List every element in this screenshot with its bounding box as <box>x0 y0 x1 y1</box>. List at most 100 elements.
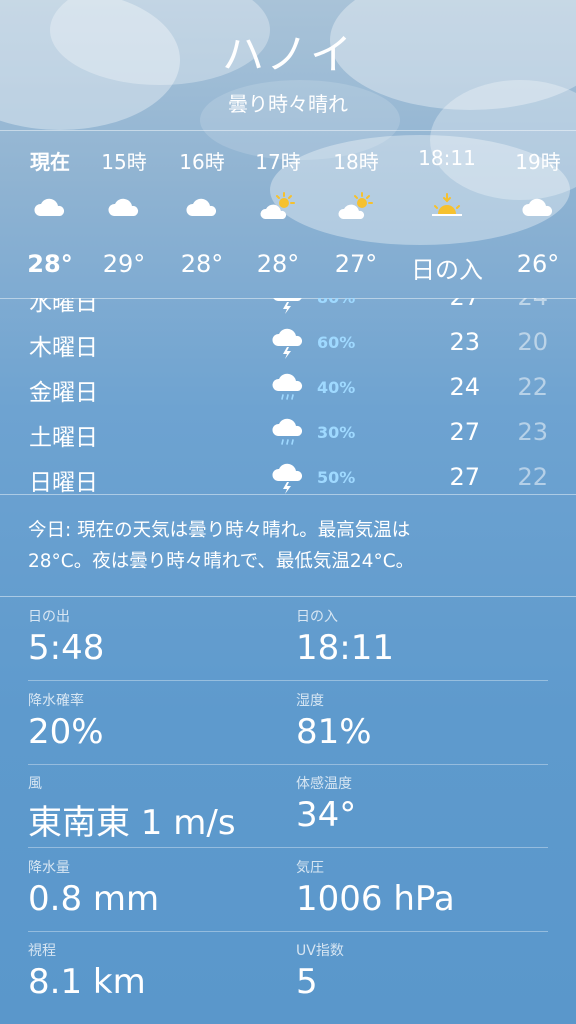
hourly-temp: 29° <box>102 250 146 278</box>
detail-row: 降水確率 20% 湿度 81% <box>28 682 548 765</box>
cloud-icon <box>520 192 556 222</box>
summary-line: 今日: 現在の天気は曇り時々晴れ。最高気温は <box>28 520 411 541</box>
hourly-time: 15時 <box>101 150 147 174</box>
high-temp: 27 <box>449 418 480 446</box>
detail-cell: 視程 8.1 km <box>28 932 278 1002</box>
city-name: ハノイ <box>221 30 354 79</box>
daily-row: 木曜日 60% 23 20 <box>0 320 576 365</box>
day-name: 土曜日 <box>29 425 98 451</box>
rain-cloud-icon <box>270 416 306 450</box>
thunderstorm-icon <box>270 298 306 315</box>
hourly-item: 現在 28° <box>10 130 90 298</box>
daily-forecast[interactable]: 水曜日 80% 27 24 木曜日 60% 23 20 金曜日 40% 24 22 土曜日 30% 27 23… <box>0 298 576 494</box>
low-temp: 22 <box>517 463 548 491</box>
current-condition: 曇り時々晴れ <box>228 92 348 116</box>
precip-chance: 80% <box>317 298 355 307</box>
hourly-item: 17時 28° <box>238 130 318 298</box>
hourly-temp: 28° <box>256 250 300 278</box>
hourly-time: 現在 <box>30 150 70 174</box>
detail-value: 81% <box>296 711 372 752</box>
detail-label: 湿度 <box>296 692 324 709</box>
detail-value: 20% <box>28 711 104 752</box>
precip-chance: 60% <box>317 333 356 352</box>
cloud-icon <box>106 192 142 222</box>
detail-cell: 風東南東 1 m/s <box>28 765 278 844</box>
detail-label: 降水確率 <box>28 692 84 709</box>
low-temp: 20 <box>517 328 548 356</box>
detail-label: 日の出 <box>28 609 70 625</box>
hourly-temp: 26° <box>516 250 560 278</box>
detail-label: 視程 <box>28 943 56 959</box>
detail-cell: 体感温度 34° <box>296 765 546 835</box>
detail-row: 日の出 5:48 日の入 18:11 <box>28 598 548 681</box>
cloud-icon <box>32 192 68 222</box>
detail-value: 8.1 km <box>28 962 146 1002</box>
detail-label: 気圧 <box>296 859 324 876</box>
hourly-item: 18:11 日の入 <box>406 130 488 298</box>
detail-cell: 日の出 5:48 <box>28 598 278 668</box>
today-summary: 今日: 現在の天気は曇り時々晴れ。最高気温は 28°C。夜は曇り時々晴れで、最低… <box>28 515 548 577</box>
thunderstorm-icon <box>270 461 306 494</box>
hourly-item: 15時 29° <box>84 130 164 298</box>
low-temp: 23 <box>517 418 548 446</box>
detail-value: 0.8 mm <box>28 878 160 919</box>
hourly-time: 18時 <box>333 150 379 174</box>
rain-cloud-icon <box>270 371 306 405</box>
day-name: 日曜日 <box>29 470 98 494</box>
daily-row: 金曜日 40% 24 22 <box>0 365 576 410</box>
detail-label: 降水量 <box>28 859 70 876</box>
hourly-temp: 27° <box>334 250 378 278</box>
detail-label: 体感温度 <box>296 776 352 792</box>
detail-row: 視程 8.1 km UV指数 5 <box>28 932 548 1015</box>
detail-cell: 降水量 0.8 mm <box>28 849 278 919</box>
detail-row: 降水量 0.8 mm 気圧 1006 hPa <box>28 849 548 932</box>
divider <box>0 494 576 495</box>
hourly-temp: 日の入 <box>411 256 483 284</box>
detail-value: 1006 hPa <box>296 878 455 919</box>
low-temp: 24 <box>488 298 548 311</box>
detail-label: 風 <box>28 776 42 792</box>
detail-cell: 日の入 18:11 <box>296 598 546 668</box>
precip-chance: 40% <box>317 378 356 397</box>
daily-row: 土曜日 30% 27 23 <box>0 410 576 455</box>
precip-chance: 30% <box>317 423 356 442</box>
hourly-item: 18時 27° <box>316 130 396 298</box>
day-name: 水曜日 <box>29 298 98 316</box>
hourly-time: 17時 <box>255 150 301 174</box>
hourly-time: 18:11 <box>418 146 476 170</box>
day-name: 木曜日 <box>29 335 98 361</box>
hourly-temp: 28° <box>180 250 224 278</box>
day-name: 金曜日 <box>29 380 98 406</box>
thunderstorm-icon <box>270 326 306 360</box>
detail-label: UV指数 <box>296 943 344 959</box>
hourly-time: 16時 <box>179 150 225 174</box>
low-temp: 22 <box>517 373 548 401</box>
daily-row: 日曜日 50% 27 22 <box>0 455 576 494</box>
daily-row: 水曜日 80% 27 24 <box>0 298 576 320</box>
high-temp: 27 <box>449 463 480 491</box>
detail-cell: 湿度 81% <box>296 682 546 752</box>
divider <box>0 596 576 597</box>
high-temp: 27 <box>420 298 480 311</box>
high-temp: 23 <box>449 328 480 356</box>
high-temp: 24 <box>449 373 480 401</box>
hourly-item: 19時 26° <box>498 130 576 298</box>
cloud-icon <box>184 192 220 222</box>
hourly-temp: 28° <box>27 250 73 278</box>
detail-cell: UV指数 5 <box>296 932 546 1002</box>
detail-label: 日の入 <box>296 609 338 625</box>
precip-chance: 50% <box>317 468 356 487</box>
hourly-item: 16時 28° <box>162 130 242 298</box>
detail-cell: 気圧 1006 hPa <box>296 849 546 919</box>
detail-value: 5:48 <box>28 628 105 668</box>
summary-line: 28°C。夜は曇り時々晴れで、最低気温24°C。 <box>28 551 415 572</box>
detail-cell: 降水確率 20% <box>28 682 278 752</box>
location-header: ハノイ 曇り時々晴れ <box>0 30 576 117</box>
detail-value: 18:11 <box>296 628 394 668</box>
hourly-forecast[interactable]: 現在 28° 15時 29° 16時 28° 17時 28° 18時 27° 18:11 日の入 19時… <box>0 130 576 298</box>
detail-row: 風東南東 1 m/s 体感温度 34° <box>28 765 548 848</box>
partly-sunny-icon <box>338 192 374 222</box>
detail-value: 5 <box>296 962 318 1002</box>
hourly-time: 19時 <box>515 150 561 174</box>
sunset-icon <box>429 192 465 222</box>
